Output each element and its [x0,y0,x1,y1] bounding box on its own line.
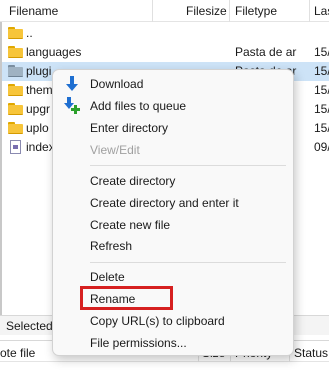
column-status[interactable]: Status [294,346,328,360]
menu-item-create-directory[interactable]: Create directory [53,171,295,191]
folder-icon [8,46,23,58]
menu-item-label: View/Edit [90,143,140,157]
rename-highlight-box [80,286,173,310]
column-filesize[interactable]: Filesize [186,4,227,18]
menu-item-label: Create directory and enter it [90,196,239,210]
menu-item-enter-directory[interactable]: Enter directory [53,118,295,138]
column-last-modified[interactable]: Las [314,4,329,18]
file-list-header: Filename ⌃ Filesize Filetype Las [0,0,329,22]
column-filename[interactable]: Filename [9,4,58,18]
folder-icon [8,27,23,39]
folder-icon [8,103,23,115]
menu-item-label: Create new file [90,218,171,232]
column-separator[interactable] [229,0,230,22]
download-icon [66,76,78,92]
menu-item-label: Create directory [90,174,176,188]
menu-item-label: File permissions... [90,336,187,350]
context-menu: Download Add files to queue Enter direct… [52,69,294,356]
file-modified: 15/ [314,64,329,78]
folder-icon [8,122,23,134]
file-name: .. [26,26,33,40]
column-remote-file[interactable]: ote file [0,346,35,360]
php-file-icon [10,140,21,154]
file-modified: 15/ [314,102,329,116]
menu-item-delete[interactable]: Delete [53,267,295,287]
menu-item-label: Download [90,77,144,91]
menu-item-view-edit: View/Edit [53,140,295,160]
file-type: Pasta de ar [235,45,297,59]
column-filetype[interactable]: Filetype [235,4,277,18]
parent-directory-row[interactable]: .. [2,24,329,43]
menu-item-label: Enter directory [90,121,169,135]
menu-item-copy-url[interactable]: Copy URL(s) to clipboard [53,311,295,331]
menu-item-file-permissions[interactable]: File permissions... [53,333,295,353]
menu-item-label: Add files to queue [90,99,187,113]
menu-item-download[interactable]: Download [53,74,295,94]
menu-item-refresh[interactable]: Refresh [53,236,295,256]
column-separator[interactable] [152,0,153,22]
sort-ascending-icon: ⌃ [76,0,84,6]
folder-icon [8,65,23,77]
file-modified: 15/ [314,45,329,59]
add-to-queue-icon [64,97,80,115]
menu-item-create-new-file[interactable]: Create new file [53,215,295,235]
file-name: languages [26,45,82,59]
menu-item-label: Delete [90,270,125,284]
file-modified: 09/ [314,140,329,154]
file-row-languages[interactable]: languages Pasta de ar 15/ [2,43,329,62]
menu-item-create-directory-and-enter[interactable]: Create directory and enter it [53,193,295,213]
file-modified: 15/ [314,83,329,97]
menu-item-label: Refresh [90,239,133,253]
transfer-queue-list [0,362,329,385]
menu-separator [90,165,286,166]
menu-item-label: Copy URL(s) to clipboard [90,314,225,328]
folder-icon [8,84,23,96]
menu-separator [90,262,286,263]
file-modified: 15/ [314,121,329,135]
column-separator[interactable] [309,0,310,22]
menu-item-add-to-queue[interactable]: Add files to queue [53,96,295,116]
status-text: Selected [6,319,53,333]
